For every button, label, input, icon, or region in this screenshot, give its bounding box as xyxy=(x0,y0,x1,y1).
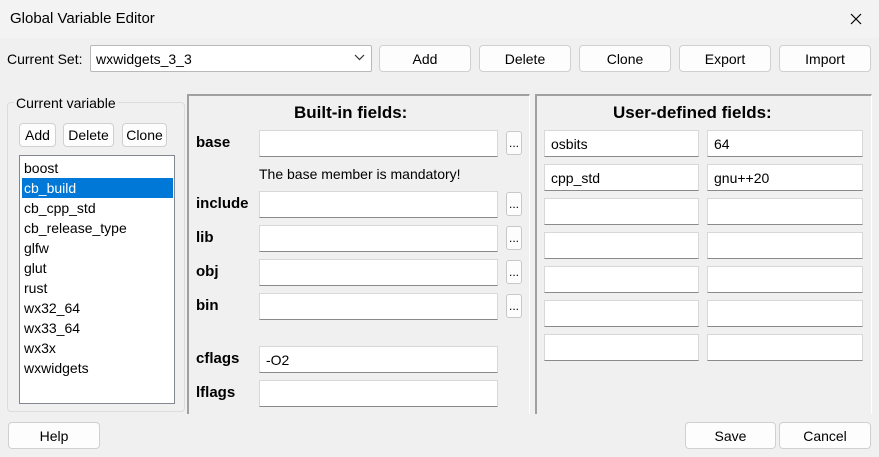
lflags-input[interactable] xyxy=(259,380,498,407)
chevron-down-icon xyxy=(354,54,365,61)
close-button[interactable] xyxy=(833,0,879,38)
help-button[interactable]: Help xyxy=(8,422,100,449)
user-field-name[interactable]: osbits xyxy=(544,130,699,157)
var-clone-button[interactable]: Clone xyxy=(122,123,167,147)
user-field-name[interactable] xyxy=(544,232,699,259)
base-input[interactable] xyxy=(259,130,498,157)
user-field-value[interactable] xyxy=(707,266,863,293)
close-icon xyxy=(850,13,862,25)
obj-label: obj xyxy=(196,263,219,280)
base-browse-button[interactable]: ... xyxy=(506,131,522,155)
list-item[interactable]: wx32_64 xyxy=(22,298,173,318)
cancel-button[interactable]: Cancel xyxy=(779,422,871,449)
lib-input[interactable] xyxy=(259,225,498,252)
include-label: include xyxy=(196,195,249,212)
list-item[interactable]: rust xyxy=(22,278,173,298)
user-field-value[interactable]: 64 xyxy=(707,130,863,157)
list-item-selected[interactable]: cb_build xyxy=(22,178,173,198)
var-delete-button[interactable]: Delete xyxy=(63,123,114,147)
list-item[interactable]: wx3x xyxy=(22,338,173,358)
include-input[interactable] xyxy=(259,191,498,218)
list-item[interactable]: glfw xyxy=(22,238,173,258)
lflags-label: lflags xyxy=(196,384,236,401)
set-delete-button[interactable]: Delete xyxy=(479,45,571,72)
bin-label: bin xyxy=(196,297,219,314)
set-clone-button[interactable]: Clone xyxy=(579,45,671,72)
variable-list[interactable]: boost cb_build cb_cpp_std cb_release_typ… xyxy=(19,155,175,404)
user-defined-fields-title: User-defined fields: xyxy=(613,103,772,122)
list-item[interactable]: wx33_64 xyxy=(22,318,173,338)
user-field-value[interactable] xyxy=(707,232,863,259)
list-item[interactable]: cb_cpp_std xyxy=(22,198,173,218)
current-variable-title: Current variable xyxy=(14,95,118,111)
base-label: base xyxy=(196,134,231,151)
obj-input[interactable] xyxy=(259,259,498,286)
lib-label: lib xyxy=(196,229,214,246)
user-field-value[interactable] xyxy=(707,198,863,225)
user-field-value[interactable] xyxy=(707,334,863,361)
user-field-value[interactable]: gnu++20 xyxy=(707,164,863,191)
user-field-name[interactable] xyxy=(544,266,699,293)
list-item[interactable]: wxwidgets xyxy=(22,358,173,378)
user-field-name[interactable] xyxy=(544,334,699,361)
list-item[interactable]: cb_release_type xyxy=(22,218,173,238)
current-set-dropdown[interactable]: wxwidgets_3_3 xyxy=(90,45,372,72)
title-bar: Global Variable Editor xyxy=(0,0,879,38)
bin-browse-button[interactable]: ... xyxy=(506,294,522,318)
user-field-name[interactable]: cpp_std xyxy=(544,164,699,191)
set-export-button[interactable]: Export xyxy=(679,45,771,72)
cflags-label: cflags xyxy=(196,350,240,367)
cflags-input[interactable]: -O2 xyxy=(259,346,498,373)
save-button[interactable]: Save xyxy=(685,422,776,449)
window-title: Global Variable Editor xyxy=(10,10,155,27)
var-add-button[interactable]: Add xyxy=(19,123,56,147)
user-field-name[interactable] xyxy=(544,300,699,327)
builtin-fields-title: Built-in fields: xyxy=(294,103,408,122)
list-item[interactable]: glut xyxy=(22,258,173,278)
set-add-button[interactable]: Add xyxy=(379,45,471,72)
obj-browse-button[interactable]: ... xyxy=(506,260,522,284)
current-set-label: Current Set: xyxy=(7,51,83,67)
user-field-value[interactable] xyxy=(707,300,863,327)
include-browse-button[interactable]: ... xyxy=(506,192,522,216)
base-mandatory-note: The base member is mandatory! xyxy=(259,166,461,182)
current-set-value: wxwidgets_3_3 xyxy=(96,51,192,67)
bin-input[interactable] xyxy=(259,293,498,320)
lib-browse-button[interactable]: ... xyxy=(506,226,522,250)
set-import-button[interactable]: Import xyxy=(779,45,871,72)
user-field-name[interactable] xyxy=(544,198,699,225)
list-item[interactable]: boost xyxy=(22,158,173,178)
